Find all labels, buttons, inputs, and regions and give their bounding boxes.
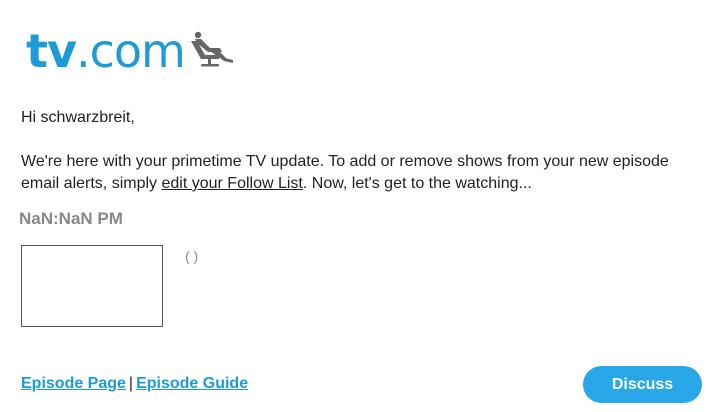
tvcom-logo[interactable]: tv.com bbox=[26, 28, 235, 74]
greeting-text: Hi schwarzbreit, bbox=[21, 109, 135, 126]
discuss-button[interactable]: Discuss bbox=[583, 366, 702, 403]
episode-thumbnail[interactable] bbox=[21, 245, 163, 327]
episode-page-link[interactable]: Episode Page bbox=[21, 375, 126, 392]
episode-airtime: NaN:NaN PM bbox=[19, 209, 123, 228]
logo-wordmark: tv.com bbox=[26, 24, 186, 78]
link-separator: | bbox=[128, 375, 134, 392]
episode-meta: ( ) bbox=[185, 248, 199, 264]
intro-paragraph: We're here with your primetime TV update… bbox=[21, 151, 681, 195]
intro-text-after: . Now, let's get to the watching... bbox=[302, 175, 532, 192]
episode-links: Episode Page | Episode Guide bbox=[21, 375, 248, 393]
episode-guide-link[interactable]: Episode Guide bbox=[136, 375, 248, 392]
edit-follow-list-link[interactable]: edit your Follow List bbox=[161, 175, 302, 192]
reclining-chair-person-icon bbox=[189, 31, 235, 72]
